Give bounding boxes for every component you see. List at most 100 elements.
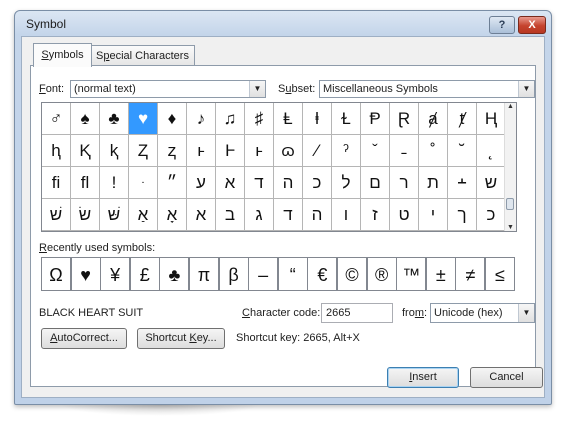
recent-symbol-cell[interactable]: ≤ xyxy=(485,257,515,291)
symbol-cell[interactable]: ! xyxy=(100,167,129,199)
symbol-cell[interactable]: שּׁ xyxy=(100,199,129,231)
symbol-cell[interactable]: ♦ xyxy=(158,103,187,135)
symbol-cell[interactable]: ˗ xyxy=(390,135,419,167)
symbol-cell[interactable]: ז xyxy=(361,199,390,231)
symbol-cell[interactable]: Ⱶ xyxy=(216,135,245,167)
symbol-cell[interactable]: ɷ xyxy=(274,135,303,167)
symbol-cell[interactable]: ה xyxy=(274,167,303,199)
symbol-cell[interactable]: ˀ xyxy=(332,135,361,167)
symbol-cell[interactable]: ת xyxy=(419,167,448,199)
help-button[interactable]: ? xyxy=(489,16,515,34)
symbol-cell[interactable]: ם xyxy=(361,167,390,199)
recent-symbol-cell[interactable]: π xyxy=(189,257,219,291)
recent-symbol-cell[interactable]: € xyxy=(307,257,338,291)
symbol-cell[interactable]: Ɽ xyxy=(390,103,419,135)
from-dropdown[interactable]: Unicode (hex) ▼ xyxy=(430,303,535,323)
symbol-cell[interactable]: ⱶ xyxy=(187,135,216,167)
symbol-cell[interactable]: ּ xyxy=(129,167,158,199)
symbol-cell[interactable]: ג xyxy=(245,199,274,231)
symbol-cell[interactable]: ˚ xyxy=(419,135,448,167)
chevron-down-icon[interactable]: ▼ xyxy=(249,81,265,97)
symbol-cell[interactable]: ⱡ xyxy=(303,103,332,135)
recent-symbol-cell[interactable]: Ω xyxy=(41,257,71,291)
symbol-cell[interactable]: Ⱨ xyxy=(477,103,506,135)
scrollbar-thumb[interactable] xyxy=(506,198,514,210)
symbol-cell[interactable]: ה xyxy=(303,199,332,231)
recent-symbol-cell[interactable]: ¥ xyxy=(100,257,131,291)
recent-symbol-cell[interactable]: ♣ xyxy=(159,257,190,291)
symbol-cell[interactable]: א xyxy=(216,167,245,199)
symbol-cell[interactable]: ⁄ xyxy=(303,135,332,167)
symbol-cell[interactable]: ﬂ xyxy=(71,167,100,199)
recent-symbol-cell[interactable]: ≠ xyxy=(455,257,486,291)
symbol-cell[interactable]: ב xyxy=(216,199,245,231)
symbol-cell[interactable]: שׂ xyxy=(71,199,100,231)
symbol-cell[interactable]: ״ xyxy=(158,167,187,199)
autocorrect-button[interactable]: AutoCorrect... xyxy=(41,328,127,349)
symbol-cell[interactable]: ⱨ xyxy=(42,135,71,167)
recent-symbol-cell[interactable]: – xyxy=(248,257,279,291)
symbol-cell[interactable]: ע xyxy=(187,167,216,199)
recent-symbol-cell[interactable]: £ xyxy=(129,257,160,291)
symbol-cell[interactable]: ♣ xyxy=(100,103,129,135)
symbol-cell[interactable]: ♂ xyxy=(42,103,71,135)
symbol-cell[interactable]: ˘ xyxy=(448,135,477,167)
symbol-cell[interactable]: ר xyxy=(390,167,419,199)
symbol-cell[interactable]: ⱦ xyxy=(448,103,477,135)
symbol-cell[interactable]: כ xyxy=(477,199,506,231)
insert-button[interactable]: Insert xyxy=(387,367,459,388)
symbol-cell[interactable]: ﬩ xyxy=(448,167,477,199)
scroll-up-icon[interactable]: ▲ xyxy=(505,103,516,110)
symbol-cell[interactable]: י xyxy=(419,199,448,231)
symbol-cell[interactable]: ⱬ xyxy=(158,135,187,167)
symbol-cell[interactable]: שׁ xyxy=(42,199,71,231)
symbol-cell[interactable]: Ⱡ xyxy=(274,103,303,135)
symbol-cell[interactable]: ⱪ xyxy=(100,135,129,167)
symbol-cell[interactable]: ♠ xyxy=(71,103,100,135)
symbol-cell[interactable]: ל xyxy=(332,167,361,199)
subset-dropdown[interactable]: Miscellaneous Symbols ▼ xyxy=(319,80,535,98)
symbol-cell[interactable]: ⱥ xyxy=(419,103,448,135)
font-dropdown[interactable]: (normal text) ▼ xyxy=(70,80,266,98)
symbol-cell[interactable]: ﬁ xyxy=(42,167,71,199)
recent-symbol-cell[interactable]: © xyxy=(337,257,367,291)
recent-symbol-cell[interactable]: ™ xyxy=(396,257,427,291)
symbol-cell[interactable]: Ɫ xyxy=(332,103,361,135)
symbol-cell[interactable]: ש xyxy=(477,167,506,199)
symbol-cell[interactable]: Ⱬ xyxy=(129,135,158,167)
recent-symbol-cell[interactable]: β xyxy=(218,257,249,291)
symbol-cell[interactable]: ד xyxy=(245,167,274,199)
tab-special-characters[interactable]: Special Characters xyxy=(90,45,195,66)
symbol-cell[interactable]: ♥ xyxy=(129,103,158,135)
symbol-cell[interactable]: ♫ xyxy=(216,103,245,135)
symbol-cell[interactable]: כ xyxy=(303,167,332,199)
symbol-cell[interactable]: ˛ xyxy=(477,135,506,167)
symbol-cell[interactable]: אַ xyxy=(129,199,158,231)
symbol-cell[interactable]: ♪ xyxy=(187,103,216,135)
symbol-cell[interactable]: Ᵽ xyxy=(361,103,390,135)
shortcut-key-button[interactable]: Shortcut Key... xyxy=(137,328,225,349)
chevron-down-icon[interactable]: ▼ xyxy=(518,304,534,322)
symbol-cell[interactable]: ט xyxy=(390,199,419,231)
symbol-grid[interactable]: ♂♠♣♥♦♪♫♯ⱠⱡⱢⱣⱤⱥⱦⱧⱨⱩⱪⱫⱬⱶⱵⱶɷ⁄ˀˇ˗˚˘˛ﬁﬂ!ּ״עאד… xyxy=(41,102,517,232)
scroll-down-icon[interactable]: ▼ xyxy=(505,224,516,231)
symbol-cell[interactable]: ♯ xyxy=(245,103,274,135)
recent-symbol-cell[interactable]: ® xyxy=(366,257,397,291)
recent-symbol-cell[interactable]: “ xyxy=(277,257,308,291)
chevron-down-icon[interactable]: ▼ xyxy=(518,81,534,97)
symbol-cell[interactable]: ד xyxy=(274,199,303,231)
symbol-cell[interactable]: ⱶ xyxy=(245,135,274,167)
symbol-cell[interactable]: ˇ xyxy=(361,135,390,167)
title-bar[interactable]: Symbol ? X xyxy=(15,11,551,37)
symbol-cell[interactable]: ו xyxy=(332,199,361,231)
close-button[interactable]: X xyxy=(518,16,546,34)
symbol-cell[interactable]: Ⱪ xyxy=(71,135,100,167)
tab-symbols[interactable]: Symbols xyxy=(33,43,92,67)
character-code-input[interactable]: 2665 xyxy=(321,303,393,323)
symbol-cell[interactable]: ך xyxy=(448,199,477,231)
cancel-button[interactable]: Cancel xyxy=(470,367,543,388)
recent-symbol-cell[interactable]: ♥ xyxy=(70,257,101,291)
recent-symbol-cell[interactable]: ± xyxy=(425,257,456,291)
symbol-cell[interactable]: אָ xyxy=(158,199,187,231)
grid-scrollbar[interactable]: ▲ ▼ xyxy=(504,103,516,231)
